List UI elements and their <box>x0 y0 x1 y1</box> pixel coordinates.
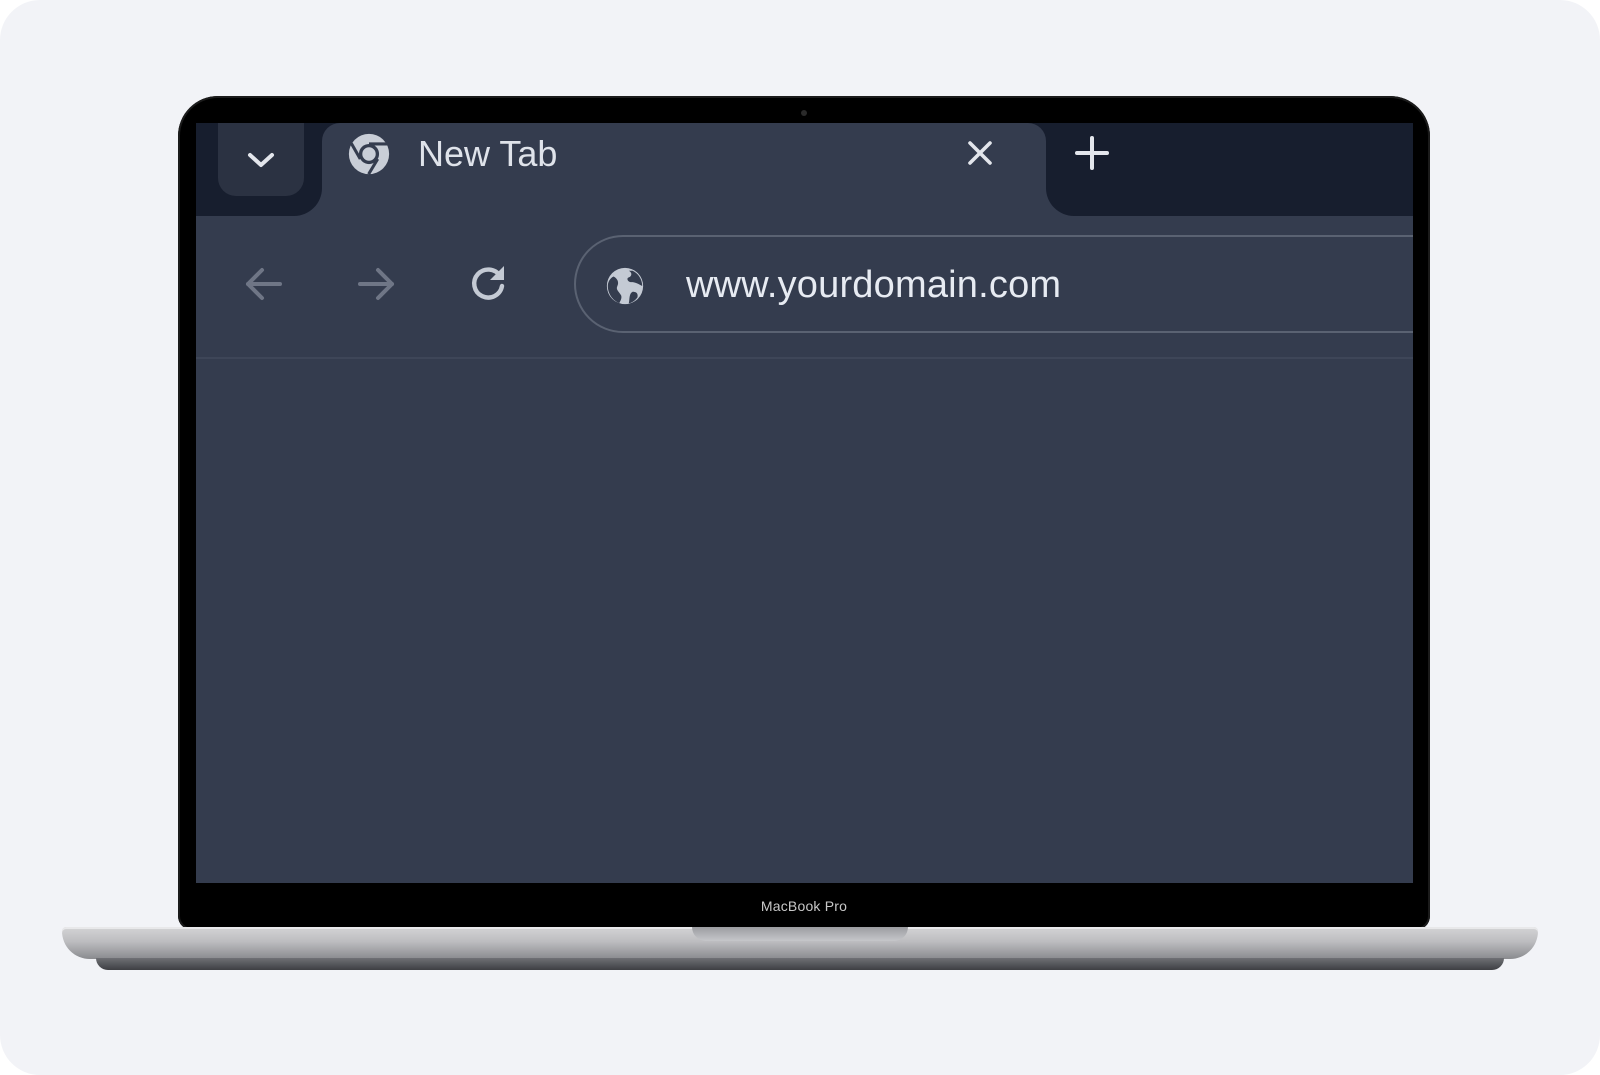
arrow-left-icon <box>246 268 282 300</box>
address-bar[interactable]: www.yourdomain.com <box>574 235 1413 333</box>
browser-window: New Tab www.yourdomain.com <box>196 123 1413 883</box>
page-content-area <box>196 359 1413 883</box>
browser-toolbar: www.yourdomain.com <box>196 216 1413 359</box>
close-icon <box>968 141 992 165</box>
reload-button[interactable] <box>460 256 516 312</box>
plus-icon <box>1075 136 1109 170</box>
globe-icon[interactable] <box>604 265 646 307</box>
camera-dot <box>801 110 807 116</box>
back-button[interactable] <box>236 256 292 312</box>
forward-button[interactable] <box>348 256 404 312</box>
tab-search-button[interactable] <box>218 123 304 196</box>
tab-strip: New Tab <box>196 123 1413 216</box>
url-text[interactable]: www.yourdomain.com <box>686 259 1061 311</box>
chrome-icon <box>348 133 390 175</box>
device-brand-label: MacBook Pro <box>760 898 848 914</box>
page-background: New Tab www.yourdomain.com MacBook Pro <box>0 0 1600 1075</box>
laptop-opening-notch <box>692 927 908 941</box>
laptop-base-bottom <box>96 958 1504 970</box>
tab-new-tab[interactable]: New Tab <box>322 123 1046 216</box>
chevron-down-icon <box>248 152 274 167</box>
new-tab-button[interactable] <box>1072 133 1112 173</box>
arrow-right-icon <box>358 268 394 300</box>
tab-close-button[interactable] <box>962 135 998 171</box>
tab-title: New Tab <box>418 133 558 174</box>
reload-icon <box>472 266 505 300</box>
